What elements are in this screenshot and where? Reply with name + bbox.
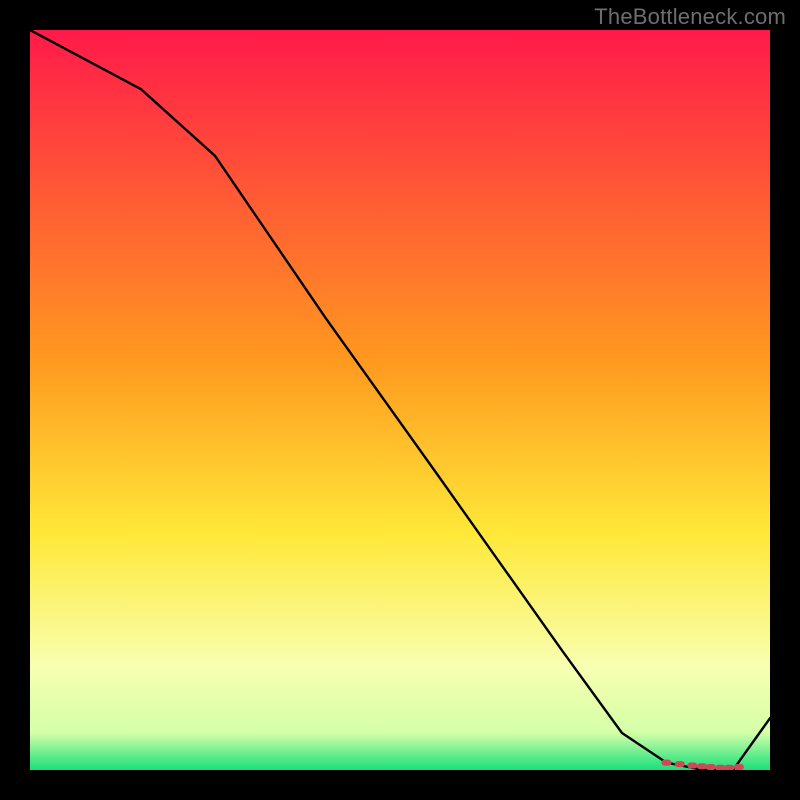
optimal-marker — [687, 763, 697, 769]
optimal-marker — [675, 761, 685, 767]
heat-gradient — [30, 30, 770, 770]
optimal-marker — [706, 764, 716, 770]
chart-frame: TheBottleneck.com — [0, 0, 800, 800]
optimal-marker — [734, 764, 744, 770]
attribution-label: TheBottleneck.com — [594, 4, 786, 30]
optimal-marker — [724, 765, 734, 770]
plot-area — [30, 30, 770, 770]
optimal-marker — [697, 763, 707, 769]
optimal-marker — [661, 760, 671, 766]
optimal-marker — [715, 765, 725, 770]
chart-svg — [30, 30, 770, 770]
